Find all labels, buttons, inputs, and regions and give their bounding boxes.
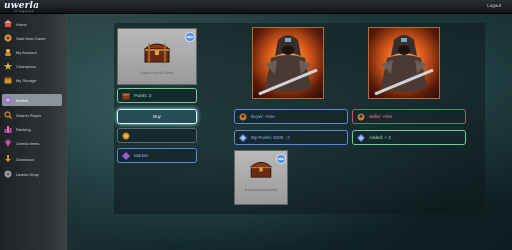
- buy-button[interactable]: Buy: [117, 109, 197, 124]
- sidebar-item-home[interactable]: Home: [2, 18, 62, 30]
- sidebar-item-label: Uwerla Items: [16, 140, 40, 146]
- treasure-chest-icon: [143, 41, 171, 68]
- buyer-champion-portrait: [252, 27, 324, 99]
- sidebar-item-my-storage[interactable]: My Storage: [2, 74, 62, 86]
- seller-champion-portrait: [368, 27, 440, 99]
- sidebar-item-label: Market: [16, 97, 29, 103]
- items-icon: [4, 139, 12, 147]
- chest-small-icon: [122, 92, 130, 100]
- download-icon: [4, 155, 12, 163]
- sidebar-item-my-account[interactable]: My Account: [2, 46, 62, 58]
- seller-field: Seller: Artre: [352, 109, 466, 124]
- points-label: Points: 2: [134, 93, 152, 98]
- buyer-avatar-icon: [239, 113, 247, 121]
- buy-button-label: Buy: [153, 114, 161, 119]
- sidebar-item-uwerla-items[interactable]: Uwerla Items: [2, 137, 62, 149]
- app-logo-subtitle: of legends: [14, 9, 34, 13]
- sidebar-item-label: Uwerla Shop: [16, 171, 39, 177]
- market-icon: [4, 96, 12, 104]
- my-points-label: My Points: 9100 - 2: [251, 135, 290, 140]
- offer-item-card-label: BasicUwerlaChest: [244, 187, 278, 192]
- sidebar-item-download[interactable]: Download: [2, 153, 62, 165]
- seller-label: Seller: Artre: [369, 114, 393, 119]
- offer-item-card[interactable]: BasicUwerlaChest NEW: [234, 150, 288, 205]
- gold-coin-icon: [122, 131, 130, 140]
- item-card[interactable]: BasicUwerlaChest NEW: [117, 28, 197, 85]
- my-points-field: My Points: 9100 - 2: [234, 130, 348, 145]
- new-badge: NEW: [185, 32, 195, 42]
- sidebar-item-label: Start New Game: [16, 35, 46, 41]
- sidebar-item-label: My Storage: [16, 77, 37, 83]
- sidebar-item-label: Search Player: [16, 112, 42, 118]
- seller-avatar-icon: [357, 113, 365, 121]
- sidebar-item-market[interactable]: Market: [2, 94, 62, 106]
- sidebar-item-label: Download: [16, 156, 34, 162]
- sidebar-item-label: Champions: [16, 63, 37, 69]
- coin-field: [117, 128, 197, 143]
- logout-link[interactable]: Logout: [487, 3, 501, 8]
- top-bar: uwerla of legends Logout: [0, 0, 512, 14]
- market-gem-icon: [122, 151, 130, 160]
- sidebar-item-label: Ranking: [16, 126, 31, 132]
- game-icon: [4, 34, 12, 42]
- offer-treasure-chest-icon: [250, 160, 272, 183]
- added-gem-icon: [357, 133, 365, 142]
- points-field: Points: 2: [117, 88, 197, 103]
- sidebar: Home Start New Game My Account Champions…: [0, 14, 67, 250]
- sidebar-item-label: Home: [16, 21, 27, 27]
- item-card-label: BasicUwerlaChest: [140, 70, 174, 75]
- buyer-label: Buyer: Artre: [251, 114, 275, 119]
- champions-icon: [4, 62, 12, 70]
- sidebar-item-ranking[interactable]: Ranking: [2, 123, 62, 135]
- sidebar-item-start-new-game[interactable]: Start New Game: [2, 32, 62, 44]
- market-label: Market: [134, 153, 148, 158]
- sidebar-item-uwerla-shop[interactable]: Uwerla Shop: [2, 168, 62, 180]
- search-player-icon: [4, 111, 12, 119]
- market-button[interactable]: Market: [117, 148, 197, 163]
- ranking-icon: [4, 125, 12, 133]
- storage-icon: [4, 76, 12, 84]
- points-gem-icon: [239, 133, 247, 142]
- added-field: Added: + 2: [352, 130, 466, 145]
- account-icon: [4, 48, 12, 56]
- sidebar-item-search-player[interactable]: Search Player: [2, 109, 62, 121]
- sidebar-item-champions[interactable]: Champions: [2, 60, 62, 72]
- home-icon: [4, 20, 12, 28]
- offer-new-badge: NEW: [276, 154, 286, 164]
- sidebar-item-label: My Account: [16, 49, 37, 55]
- shop-icon: [4, 170, 12, 178]
- added-label: Added: + 2: [369, 135, 391, 140]
- buyer-field: Buyer: Artre: [234, 109, 348, 124]
